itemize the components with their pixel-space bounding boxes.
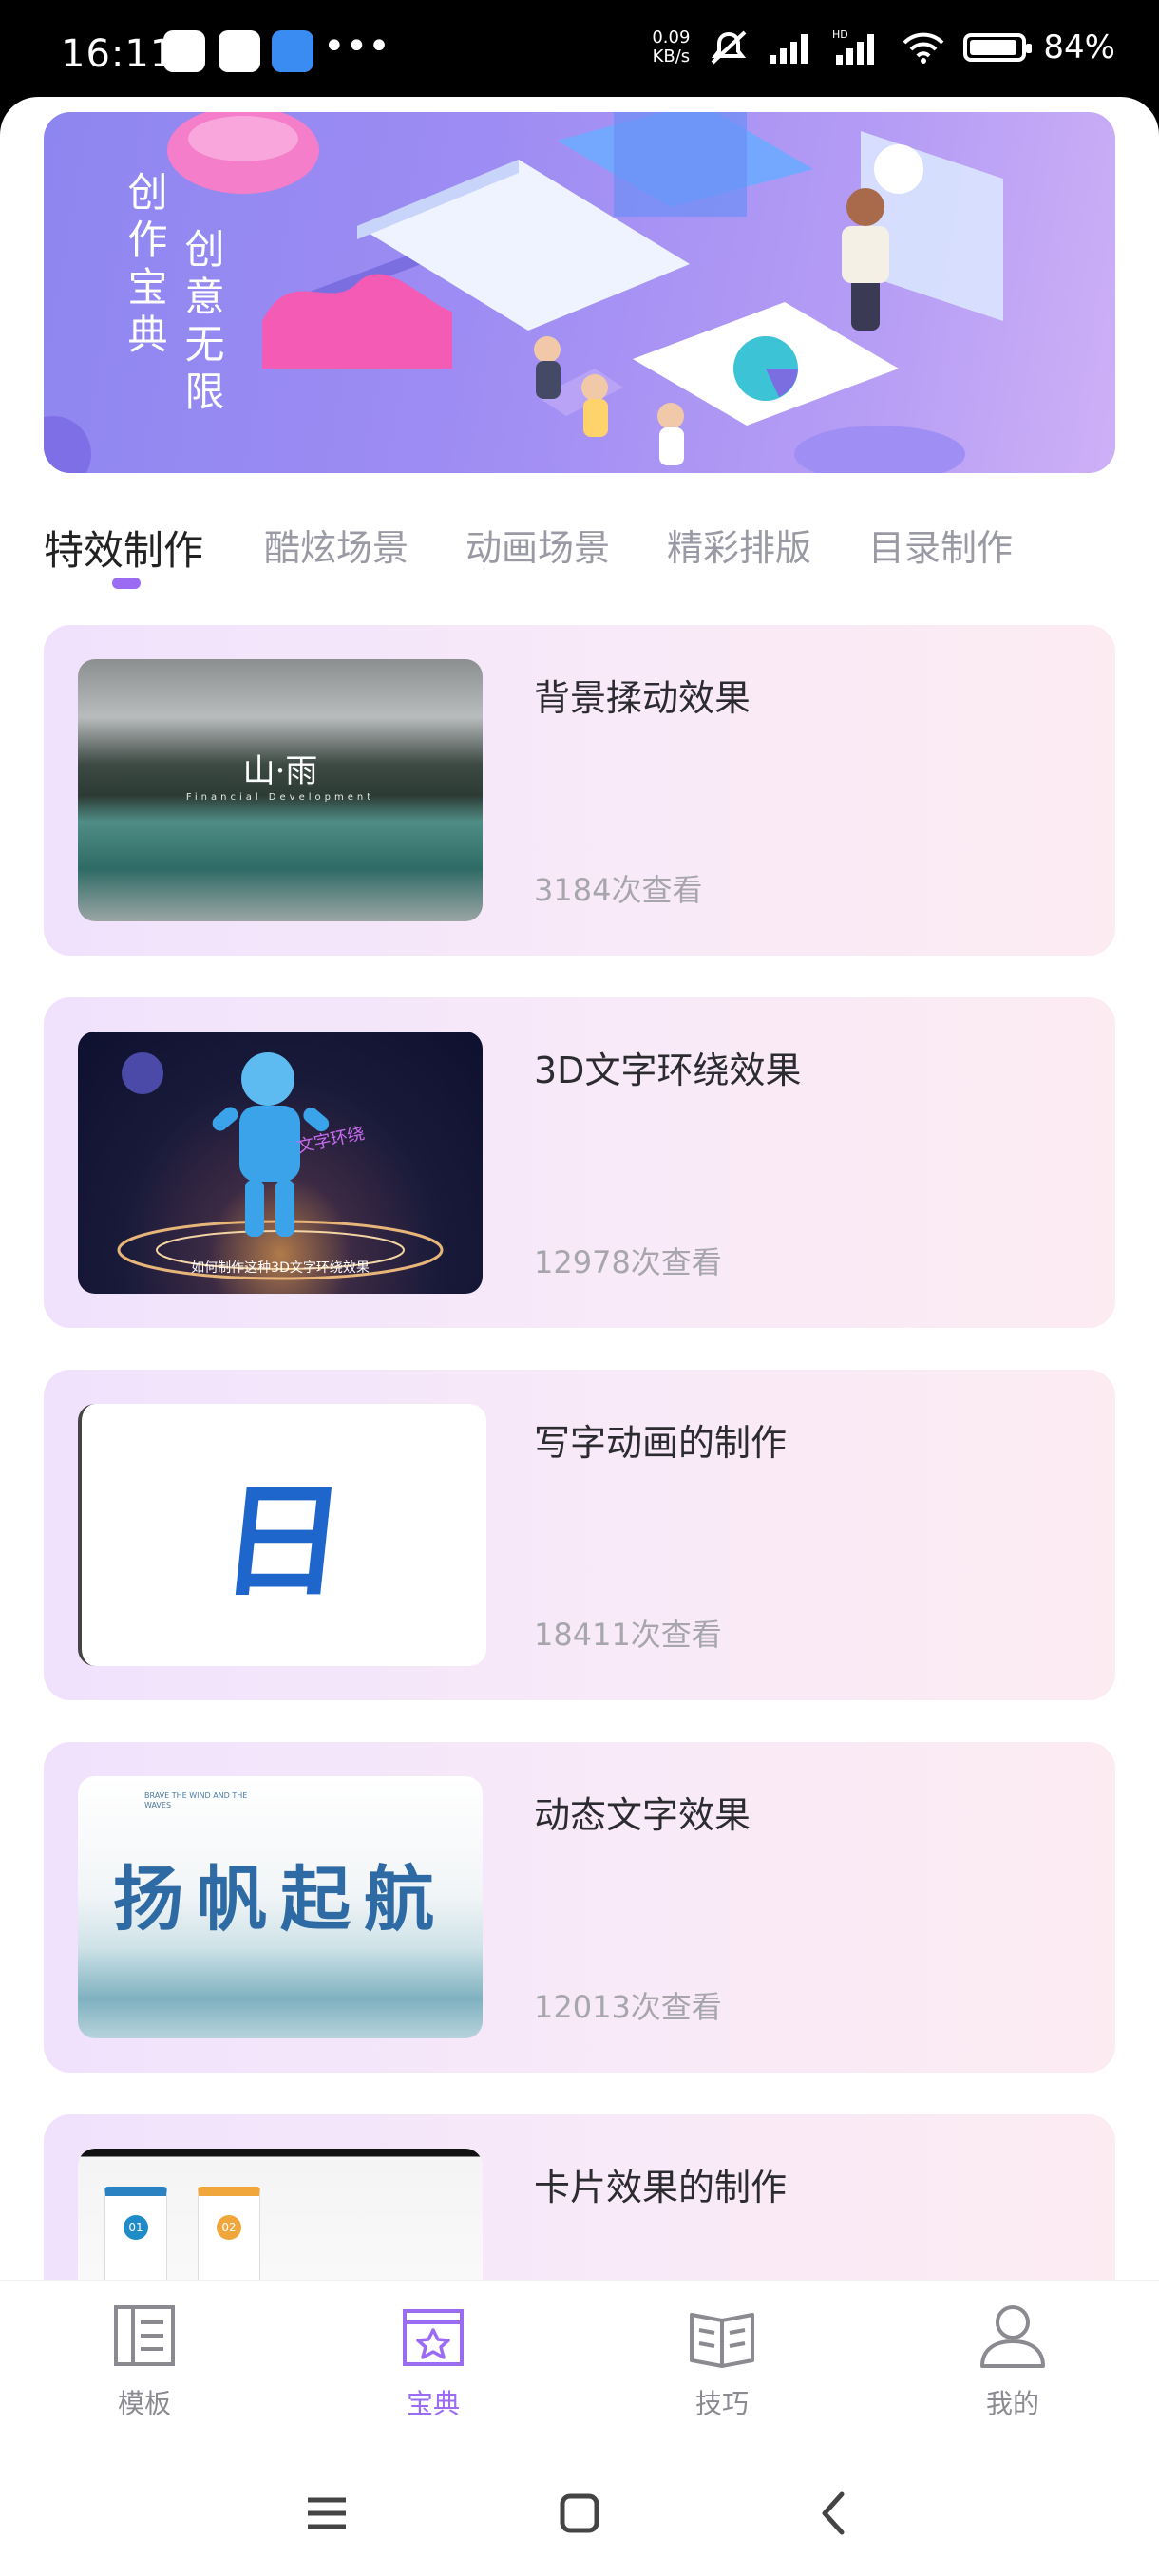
card-title: 卡片效果的制作 bbox=[534, 2167, 788, 2208]
hd-signal-icon: HD bbox=[832, 28, 875, 65]
tab-cool-scenes[interactable]: 酷炫场景 bbox=[264, 519, 408, 571]
nav-templates[interactable]: 模板 bbox=[68, 2301, 220, 2421]
signal-icon bbox=[770, 34, 808, 64]
wifi-icon bbox=[902, 32, 944, 64]
card-view-count: 12013次查看 bbox=[534, 1989, 722, 2025]
category-tabs: 特效制作 酷炫场景 动画场景 精彩排版 目录制作 bbox=[44, 519, 1127, 595]
bottom-navigation: 模板 宝典 技巧 我的 bbox=[0, 2280, 1159, 2448]
svg-text:HD: HD bbox=[832, 28, 848, 41]
list-item[interactable]: 日 写字动画的制作 18411次查看 bbox=[44, 1370, 1115, 1700]
back-icon[interactable] bbox=[806, 2485, 863, 2542]
card-view-count: 3184次查看 bbox=[534, 872, 703, 908]
status-bar: 16:11 ••• 0.09 KB/s HD 84% bbox=[0, 0, 1159, 104]
hero-banner[interactable]: 创作宝典 创意无限 bbox=[44, 112, 1115, 473]
banner-title-line1: 创作宝典 bbox=[122, 171, 168, 361]
list-item[interactable]: 山·雨 Financial Development 背景揉动效果 3184次查看 bbox=[44, 625, 1115, 956]
network-speed: 0.09 KB/s bbox=[652, 28, 691, 66]
card-title: 背景揉动效果 bbox=[534, 677, 751, 719]
card-title: 动态文字效果 bbox=[534, 1794, 751, 1836]
mute-icon bbox=[712, 30, 747, 65]
list-item[interactable]: BRAVE THE WIND AND THE WAVES 扬帆起航 动态文字效果… bbox=[44, 1742, 1115, 2073]
nav-tips[interactable]: 技巧 bbox=[646, 2301, 798, 2421]
menu-icon[interactable] bbox=[298, 2485, 355, 2542]
card-title: 3D文字环绕效果 bbox=[534, 1050, 802, 1091]
card-thumbnail: BRAVE THE WIND AND THE WAVES 扬帆起航 bbox=[78, 1776, 483, 2038]
home-icon[interactable] bbox=[551, 2485, 608, 2542]
banner-title-line2: 创意无限 bbox=[179, 228, 225, 418]
card-thumbnail: 山·雨 Financial Development bbox=[78, 659, 483, 921]
list-item[interactable]: 文字环绕 如何制作这种3D文字环绕效果 3D文字环绕效果 12978次查看 bbox=[44, 997, 1115, 1328]
active-tab-indicator bbox=[112, 578, 141, 589]
card-view-count: 12978次查看 bbox=[534, 1244, 722, 1280]
app-screen: 创作宝典 创意无限 特效制作 酷炫场景 动画场景 精彩排版 目录制作 山·雨 F… bbox=[0, 97, 1159, 2576]
cloud-app-notification-icon bbox=[218, 30, 260, 72]
system-navigation-bar bbox=[0, 2447, 1159, 2576]
card-title: 写字动画的制作 bbox=[534, 1422, 788, 1464]
battery-icon bbox=[963, 33, 1033, 62]
tab-table-of-contents[interactable]: 目录制作 bbox=[868, 519, 1013, 571]
tab-animation-scenes[interactable]: 动画场景 bbox=[466, 519, 610, 571]
status-time: 16:11 bbox=[61, 32, 176, 76]
nav-profile[interactable]: 我的 bbox=[937, 2301, 1089, 2421]
tab-layout[interactable]: 精彩排版 bbox=[667, 519, 811, 571]
template-icon bbox=[114, 2305, 175, 2366]
more-notifications-icon: ••• bbox=[323, 25, 390, 68]
nav-guide[interactable]: 宝典 bbox=[357, 2301, 509, 2421]
app-notification-icon bbox=[163, 30, 205, 72]
book-star-icon bbox=[403, 2309, 464, 2366]
user-icon bbox=[980, 2305, 1045, 2368]
browser-notification-icon bbox=[272, 30, 314, 72]
tab-effects[interactable]: 特效制作 bbox=[44, 519, 203, 577]
battery-percent: 84% bbox=[1043, 28, 1115, 66]
card-view-count: 18411次查看 bbox=[534, 1617, 722, 1653]
card-thumbnail: 日 bbox=[78, 1404, 486, 1666]
open-book-icon bbox=[690, 2313, 754, 2368]
card-thumbnail: 文字环绕 如何制作这种3D文字环绕效果 bbox=[78, 1032, 483, 1294]
